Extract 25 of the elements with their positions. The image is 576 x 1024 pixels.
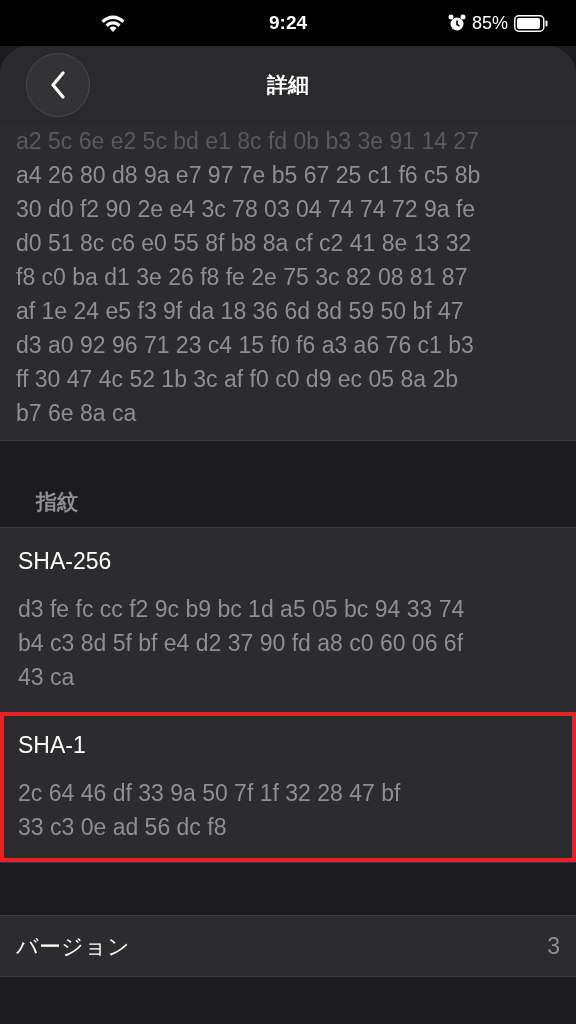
version-value: 3 (547, 931, 560, 961)
hash-label: SHA-256 (18, 547, 113, 576)
section-header: 指紋 (36, 488, 78, 515)
alarm-clock-icon (447, 14, 466, 32)
hash-value: d3 fe fc cc f2 9c b9 bc 1d a5 05 bc 94 33 74 (18, 595, 466, 624)
back-chevron-icon (50, 71, 66, 99)
wifi-icon (101, 14, 125, 32)
battery-icon (514, 14, 548, 32)
hash-value: b4 c3 8d 5f bf e4 d2 37 90 fd a8 c0 60 06 6f (18, 629, 465, 658)
hex-line: a4 26 80 d8 9a e7 97 7e b5 67 25 c1 f6 c5 8b (16, 161, 482, 190)
hex-line: ff 30 47 4c 52 1b 3c af f0 c0 d9 ec 05 8a 2b (16, 365, 460, 394)
hash-label: SHA-1 (18, 731, 87, 760)
hex-line: 30 d0 f2 90 2e e4 3c 78 03 04 74 74 72 9a fe (16, 195, 477, 224)
hex-line: d3 a0 92 96 71 23 c4 15 f0 f6 a3 a6 76 c1 b3 (16, 331, 475, 360)
battery-percentage: 85% (471, 11, 508, 35)
hex-line: b7 6e 8a ca (16, 399, 138, 428)
hex-line: f8 c0 ba d1 3e 26 f8 fe 2e 75 3c 82 08 81 87 (16, 263, 469, 292)
hash-value: 33 c3 0e ad 56 dc f8 (18, 813, 228, 842)
status-time: 9:24 (268, 10, 308, 35)
hash-value: 43 ca (18, 663, 76, 692)
hash-value: 2c 64 46 df 33 9a 50 7f 1f 32 28 47 bf (18, 779, 402, 808)
hex-line: af 1e 24 e5 f3 9f da 18 36 6d 8d 59 50 bf 47 (16, 297, 465, 326)
version-label: バージョン (16, 932, 130, 961)
page-title: 詳細 (267, 72, 309, 99)
hex-line: d0 51 8c c6 e0 55 8f b8 8a cf c2 41 8e 13 32 (16, 229, 473, 258)
